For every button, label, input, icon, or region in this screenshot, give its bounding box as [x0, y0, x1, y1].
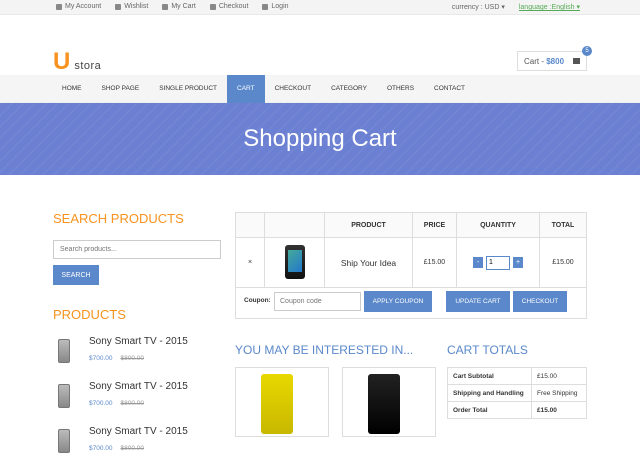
product-old-price: $800.00	[120, 355, 145, 362]
col-price: PRICE	[412, 212, 457, 238]
cart-totals-title: CART TOTALS	[447, 343, 528, 357]
checkout-link[interactable]: Checkout	[209, 3, 248, 10]
nav-others[interactable]: OTHERS	[377, 75, 424, 103]
page-title: Shopping Cart	[243, 125, 397, 152]
cart-item-price: £15.00	[412, 237, 457, 288]
product-thumbnail[interactable]	[53, 379, 75, 412]
totals-label: Order Total	[447, 401, 532, 419]
checkout-button[interactable]: CHECKOUT	[513, 291, 567, 312]
quantity-input[interactable]	[486, 255, 510, 270]
remove-item-button[interactable]: ×	[235, 237, 265, 288]
col-remove	[235, 212, 265, 238]
coupon-label: Coupon:	[244, 297, 271, 304]
list-item[interactable]: Sony Smart TV - 2015 $700.00 $800.00	[53, 379, 223, 412]
header-cart-button[interactable]: Cart - $800	[517, 51, 587, 71]
totals-label: Cart Subtotal	[447, 367, 532, 385]
cart-label: Cart -	[524, 57, 547, 66]
update-cart-button[interactable]: UPDATE CART	[446, 291, 510, 312]
interested-title: YOU MAY BE INTERESTED IN...	[235, 343, 414, 357]
nav-home[interactable]: HOME	[52, 75, 92, 103]
nav-category[interactable]: CATEGORY	[321, 75, 377, 103]
product-old-price: $800.00	[120, 400, 145, 407]
wishlist-link[interactable]: Wishlist	[115, 3, 148, 10]
phone-image	[368, 374, 400, 434]
nav-checkout[interactable]: CHECKOUT	[265, 75, 321, 103]
product-price: $700.00	[89, 355, 113, 362]
logo-mark: U	[53, 48, 71, 75]
table-header-row: PRODUCT PRICE QUANTITY TOTAL	[235, 212, 587, 238]
product-thumbnail[interactable]	[53, 424, 75, 457]
list-item[interactable]: Sony Smart TV - 2015 $700.00 $800.00	[53, 334, 223, 367]
search-products-title: SEARCH PRODUCTS	[53, 211, 184, 226]
user-icon	[209, 3, 216, 10]
related-product-card[interactable]	[235, 367, 329, 437]
col-total: TOTAL	[539, 212, 587, 238]
phone-image	[261, 374, 293, 434]
col-quantity: QUANTITY	[456, 212, 540, 238]
top-bar: My Account Wishlist My Cart Checkout Log…	[0, 0, 640, 15]
decrease-quantity-button[interactable]: -	[473, 257, 483, 268]
table-row: × Ship Your Idea £15.00 - + £15.00	[235, 237, 587, 288]
product-price: $700.00	[89, 445, 113, 452]
locale-selectors: currency : USD ▾ language :English ▾	[452, 3, 580, 11]
table-row: Order Total £15.00	[447, 401, 587, 419]
table-row: Shipping and Handling Free Shipping	[447, 384, 587, 402]
increase-quantity-button[interactable]: +	[513, 257, 523, 268]
col-product: PRODUCT	[324, 212, 413, 238]
logo-text: stora	[74, 60, 102, 72]
product-name[interactable]: Sony Smart TV - 2015	[89, 426, 188, 437]
table-row: Cart Subtotal £15.00	[447, 367, 587, 385]
nav-cart[interactable]: CART	[227, 75, 265, 103]
cart-amount: $800	[546, 57, 565, 66]
cart-item-total: £15.00	[539, 237, 587, 288]
cart-totals-table: Cart Subtotal £15.00 Shipping and Handlin…	[447, 367, 587, 419]
cart-item-thumbnail[interactable]	[264, 237, 325, 288]
coupon-row: Coupon: APPLY COUPON UPDATE CART CHECKOU…	[235, 287, 587, 319]
quantity-stepper: - +	[456, 237, 540, 288]
main-nav: HOME SHOP PAGE SINGLE PRODUCT CART CHECK…	[0, 75, 640, 103]
cart-item-name[interactable]: Ship Your Idea	[324, 237, 413, 288]
apply-coupon-button[interactable]: APPLY COUPON	[364, 291, 432, 312]
product-old-price: $800.00	[120, 445, 145, 452]
page-banner: Shopping Cart	[0, 103, 640, 175]
account-links: My Account Wishlist My Cart Checkout Log…	[56, 3, 289, 10]
totals-value: £15.00	[531, 367, 587, 385]
language-dropdown[interactable]: language :English ▾	[519, 3, 580, 11]
products-title: PRODUCTS	[53, 307, 126, 322]
chevron-down-icon: ▾	[501, 4, 505, 11]
cart-count-badge: 5	[582, 46, 592, 56]
phone-image	[284, 244, 305, 279]
cart-icon	[162, 3, 169, 10]
search-button[interactable]: SEARCH	[53, 265, 99, 285]
col-thumbnail	[264, 212, 325, 238]
login-link[interactable]: Login	[262, 3, 289, 10]
user-icon	[262, 3, 269, 10]
my-cart-link[interactable]: My Cart	[162, 3, 196, 10]
coupon-input[interactable]	[274, 292, 361, 311]
heart-icon	[115, 3, 122, 10]
nav-single-product[interactable]: SINGLE PRODUCT	[149, 75, 227, 103]
logo[interactable]: U stora	[53, 48, 102, 75]
nav-contact[interactable]: CONTACT	[424, 75, 475, 103]
totals-value: Free Shipping	[531, 384, 587, 402]
totals-value: £15.00	[531, 401, 587, 419]
chevron-down-icon: ▾	[576, 4, 580, 11]
product-thumbnail[interactable]	[53, 334, 75, 367]
product-price: $700.00	[89, 400, 113, 407]
related-product-card[interactable]	[342, 367, 436, 437]
shopping-cart-icon	[573, 58, 580, 64]
nav-shop-page[interactable]: SHOP PAGE	[92, 75, 150, 103]
cart-table: PRODUCT PRICE QUANTITY TOTAL × Ship Your…	[235, 212, 587, 288]
search-input[interactable]	[53, 240, 221, 259]
product-name[interactable]: Sony Smart TV - 2015	[89, 381, 188, 392]
product-name[interactable]: Sony Smart TV - 2015	[89, 336, 188, 347]
user-icon	[56, 3, 62, 10]
header: U stora Cart - $800 5	[0, 15, 640, 75]
totals-label: Shipping and Handling	[447, 384, 532, 402]
my-account-link[interactable]: My Account	[56, 3, 101, 10]
currency-dropdown[interactable]: currency : USD ▾	[452, 3, 505, 11]
sidebar: SEARCH PRODUCTS SEARCH PRODUCTS Sony Sma…	[53, 211, 223, 469]
list-item[interactable]: Sony Smart TV - 2015 $700.00 $800.00	[53, 424, 223, 457]
